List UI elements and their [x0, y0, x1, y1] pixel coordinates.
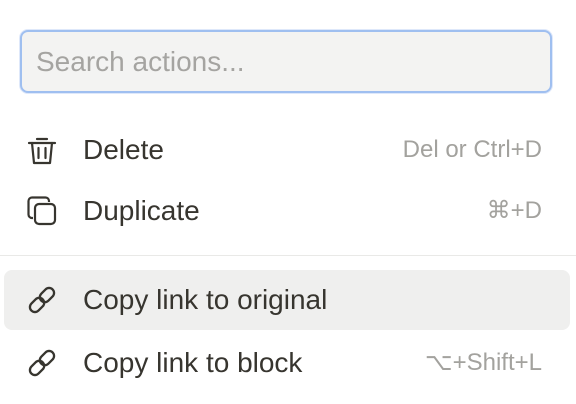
- divider: [0, 255, 576, 256]
- menu-item-label: Copy link to block: [83, 347, 303, 378]
- shortcut-hint: Del or Ctrl+D: [402, 136, 542, 163]
- shortcut-hint: ⌥+Shift+L: [424, 349, 542, 376]
- shortcut-hint: ⌘+D: [486, 197, 542, 224]
- menu-item-copy-link-to-block[interactable]: Copy link to block ⌥+Shift+L: [4, 333, 570, 393]
- search-box[interactable]: [20, 30, 552, 93]
- block-actions-menu: Delete Del or Ctrl+D Duplicate ⌘+D Copy …: [0, 0, 576, 404]
- menu-item-label: Delete: [83, 134, 164, 165]
- menu-item-label: Duplicate: [83, 195, 200, 226]
- menu-item-duplicate[interactable]: Duplicate ⌘+D: [4, 181, 570, 241]
- trash-icon: [24, 132, 60, 168]
- link-icon: [24, 282, 60, 318]
- menu-item-label: Copy link to original: [83, 284, 328, 315]
- duplicate-icon: [24, 193, 60, 229]
- link-icon: [24, 345, 60, 381]
- search-input[interactable]: [22, 32, 550, 91]
- menu-item-copy-link-to-original[interactable]: Copy link to original: [4, 270, 570, 330]
- menu-item-delete[interactable]: Delete Del or Ctrl+D: [4, 120, 570, 180]
